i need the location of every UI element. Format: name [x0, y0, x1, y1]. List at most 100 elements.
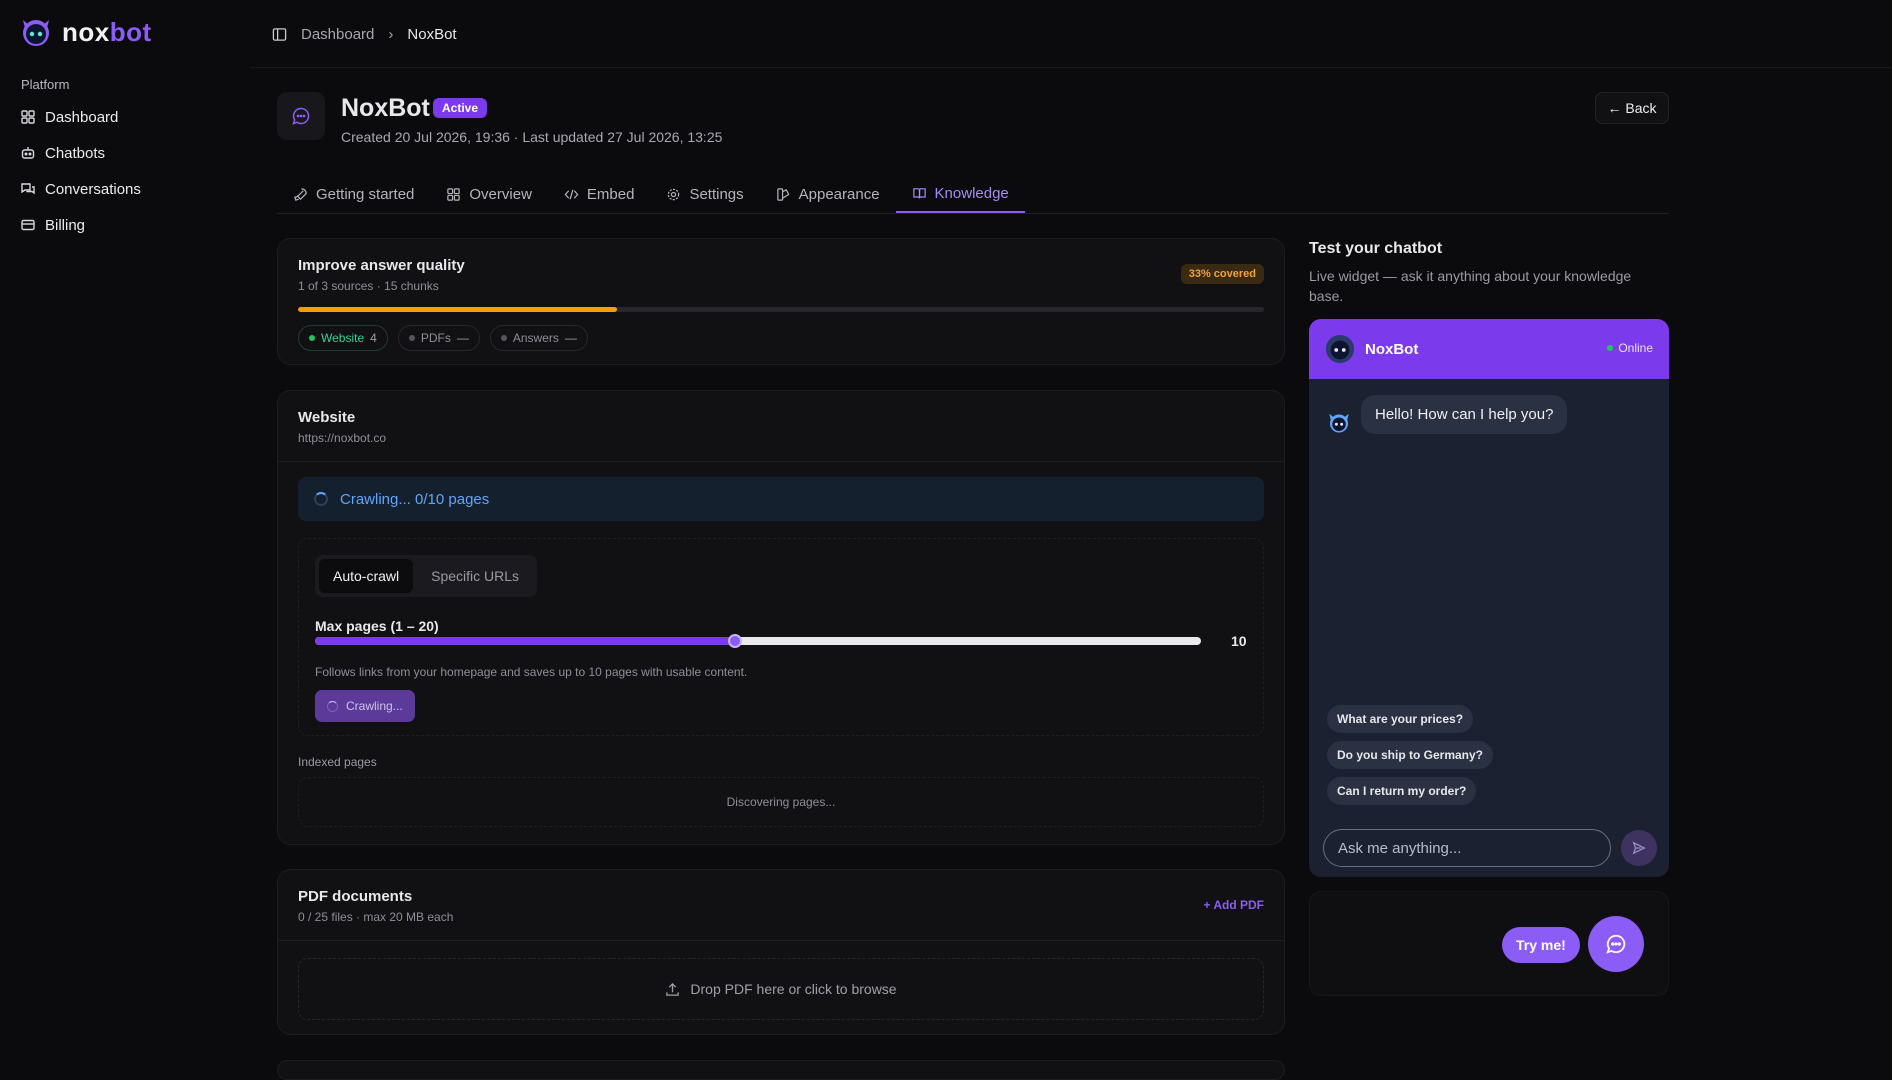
chip-website[interactable]: Website 4 [298, 325, 388, 351]
send-icon [1632, 841, 1646, 855]
sidebar-item-conversations[interactable]: Conversations [20, 176, 141, 202]
bot-logo-icon [23, 20, 49, 46]
crawl-settings: Auto-crawl Specific URLs Max pages (1 – … [298, 538, 1264, 736]
chip-label: Website [321, 331, 365, 345]
quality-subtitle: 1 of 3 sources · 15 chunks [298, 279, 439, 293]
breadcrumb: Dashboard › NoxBot [272, 26, 457, 43]
pdf-subtitle: 0 / 25 files · max 20 MB each [298, 910, 454, 924]
tab-label: Knowledge [934, 185, 1009, 202]
tab-label: Embed [586, 186, 635, 203]
tab-overview[interactable]: Overview [430, 176, 548, 213]
tab-embed[interactable]: Embed [548, 176, 651, 213]
answer-quality-card: Improve answer quality 1 of 3 sources · … [277, 238, 1285, 365]
website-source-card: Website https://noxbot.co Crawling... 0/… [277, 390, 1285, 845]
sidebar-item-label: Billing [45, 216, 86, 234]
pdf-documents-card: PDF documents 0 / 25 files · max 20 MB e… [277, 869, 1285, 1035]
crawl-status-banner: Crawling... 0/10 pages [298, 477, 1264, 521]
pdf-title: PDF documents [298, 888, 413, 905]
chip-label: PDFs [420, 331, 451, 345]
page-title: NoxBot [341, 94, 430, 122]
bot-avatar-icon [1329, 413, 1349, 433]
send-button[interactable] [1621, 830, 1657, 866]
status-dot [309, 335, 315, 341]
chip-label: Answers [512, 331, 559, 345]
card-icon [21, 219, 35, 231]
tab-knowledge[interactable]: Knowledge [895, 176, 1025, 213]
bot-icon [21, 147, 35, 159]
suggestion-chip[interactable]: Can I return my order? [1327, 777, 1477, 805]
status-dot [408, 335, 415, 341]
suggestion-chip[interactable]: Do you ship to Germany? [1327, 741, 1494, 769]
try-me-button[interactable]: Try me! [1502, 927, 1580, 963]
sidebar-item-label: Conversations [45, 180, 141, 198]
quality-title: Improve answer quality [298, 257, 465, 274]
sidebar-toggle-icon[interactable] [272, 27, 287, 42]
topbar [250, 0, 1892, 68]
chip-count: — [564, 331, 577, 345]
chip-pdfs[interactable]: PDFs — [397, 325, 480, 351]
sidebar-item-label: Dashboard [45, 108, 119, 126]
pdf-dropzone[interactable]: Drop PDF here or click to browse [298, 958, 1264, 1020]
brand-logo[interactable]: noxbot [20, 16, 152, 48]
bot-meta: Created 20 Jul 2026, 19:36 · Last update… [341, 129, 723, 145]
upload-icon [666, 982, 680, 996]
status-dot [1607, 345, 1614, 351]
max-pages-slider[interactable] [315, 634, 1201, 648]
gear-icon [668, 188, 680, 201]
bot-avatar [277, 92, 325, 140]
next-section-card [277, 1060, 1285, 1080]
add-pdf-button[interactable]: + Add PDF [1203, 898, 1264, 912]
bot-header: NoxBot Active Created 20 Jul 2026, 19:36… [277, 92, 1669, 156]
sidebar: noxbot Platform Dashboard Chatbots Conve… [0, 0, 250, 1066]
status-badge: Active [433, 98, 488, 118]
slider-thumb[interactable] [727, 634, 742, 648]
test-panel-title: Test your chatbot [1309, 240, 1443, 257]
indexed-pages-label: Indexed pages [298, 755, 377, 769]
chat-widget: NoxBot Online Hello! How can I help you?… [1309, 319, 1669, 877]
bot-message: Hello! How can I help you? [1327, 395, 1568, 434]
suggestion-list: What are your prices? Do you ship to Ger… [1327, 705, 1494, 805]
code-icon [564, 189, 579, 200]
coverage-badge: 33% covered [1180, 264, 1264, 284]
rocket-icon [294, 188, 307, 201]
dropzone-label: Drop PDF here or click to browse [690, 981, 897, 997]
website-url: https://noxbot.co [298, 431, 387, 445]
chat-input[interactable]: Ask me anything... [1323, 829, 1611, 867]
tab-label: Getting started [316, 186, 415, 203]
online-label: Online [1618, 341, 1653, 355]
message-bubble: Hello! How can I help you? [1361, 395, 1568, 434]
tab-appearance[interactable]: Appearance [760, 176, 896, 213]
bot-avatar-icon [1325, 334, 1355, 364]
coverage-progress-fill [298, 307, 617, 312]
message-circle-icon [1606, 934, 1626, 954]
indexed-pages-list: Discovering pages... [298, 777, 1264, 827]
grid-icon [21, 110, 35, 124]
coverage-progress [298, 307, 1264, 312]
chat-icon [21, 183, 35, 195]
mode-specific-urls[interactable]: Specific URLs [417, 559, 533, 593]
tab-settings[interactable]: Settings [650, 176, 759, 213]
brand-wordmark: noxbot [62, 16, 152, 47]
source-chips: Website 4 PDFs — Answers — [298, 325, 588, 351]
sidebar-item-label: Chatbots [45, 144, 106, 162]
palette-icon [776, 188, 790, 201]
crawl-mode-toggle: Auto-crawl Specific URLs [315, 555, 538, 597]
crawl-status-text: Crawling... 0/10 pages [340, 490, 490, 508]
mode-auto-crawl[interactable]: Auto-crawl [319, 559, 414, 593]
sidebar-item-dashboard[interactable]: Dashboard [20, 104, 141, 130]
crawl-button-label: Crawling... [346, 699, 403, 713]
chat-launcher-button[interactable] [1588, 916, 1644, 972]
widget-bot-name: NoxBot [1365, 340, 1419, 358]
max-pages-value: 10 [1231, 633, 1247, 649]
back-button[interactable]: ← Back [1595, 92, 1669, 124]
tab-getting-started[interactable]: Getting started [277, 176, 430, 213]
sidebar-item-chatbots[interactable]: Chatbots [20, 140, 141, 166]
breadcrumb-dashboard[interactable]: Dashboard [301, 26, 374, 43]
crawl-button[interactable]: Crawling... [315, 690, 415, 722]
spinner-icon [314, 492, 328, 506]
widget-header: NoxBot Online [1309, 319, 1669, 379]
sidebar-item-billing[interactable]: Billing [20, 212, 141, 238]
book-icon [912, 188, 926, 199]
suggestion-chip[interactable]: What are your prices? [1327, 705, 1474, 733]
chip-answers[interactable]: Answers — [489, 325, 588, 351]
